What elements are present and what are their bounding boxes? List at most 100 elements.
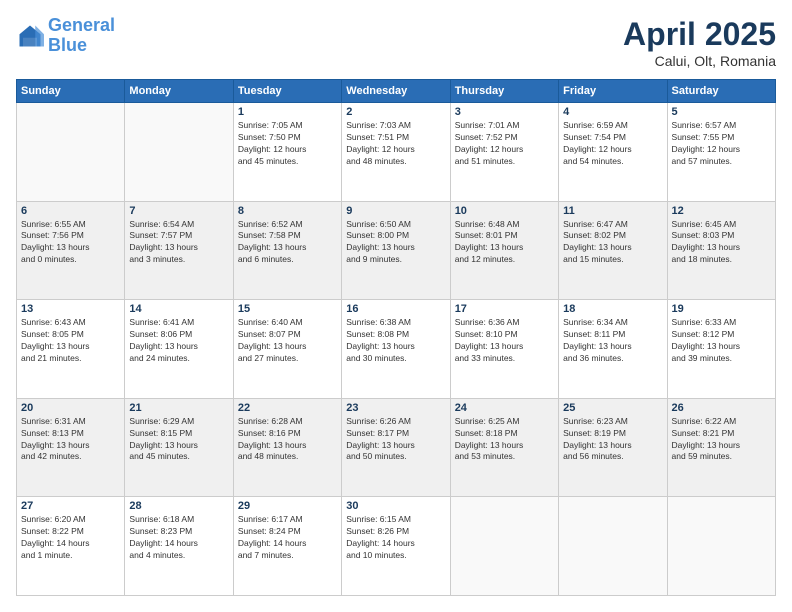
calendar-cell: 19Sunrise: 6:33 AMSunset: 8:12 PMDayligh… [667,300,775,399]
day-number: 15 [238,303,337,315]
calendar-cell: 13 Sunrise: 6:43 AMSunset: 8:05 PMDayligh… [17,300,125,399]
day-number: 29 [238,500,337,512]
calendar-cell: 6 Sunrise: 6:55 AMSunset: 7:56 PMDaylight… [17,201,125,300]
calendar-cell: 17Sunrise: 6:36 AMSunset: 8:10 PMDayligh… [450,300,558,399]
calendar-cell [667,497,775,596]
day-number: 21 [129,402,228,414]
day-number: 26 [672,402,771,414]
day-detail: Sunrise: 6:36 AMSunset: 8:10 PMDaylight:… [455,317,554,365]
logo-general: General [48,15,115,35]
calendar-cell [450,497,558,596]
calendar-cell: 2 Sunrise: 7:03 AMSunset: 7:51 PMDaylight… [342,103,450,202]
calendar-cell: 4 Sunrise: 6:59 AMSunset: 7:54 PMDaylight… [559,103,667,202]
calendar-cell: 18Sunrise: 6:34 AMSunset: 8:11 PMDayligh… [559,300,667,399]
day-detail: Sunrise: 6:17 AMSunset: 8:24 PMDaylight:… [238,514,337,562]
day-detail: Sunrise: 6:43 AMSunset: 8:05 PMDaylight:… [21,317,120,365]
day-detail: Sunrise: 6:48 AMSunset: 8:01 PMDaylight:… [455,219,554,267]
calendar-cell: 10 Sunrise: 6:48 AMSunset: 8:01 PMDayligh… [450,201,558,300]
calendar-header-saturday: Saturday [667,80,775,103]
calendar-cell: 28 Sunrise: 6:18 AMSunset: 8:23 PMDayligh… [125,497,233,596]
calendar-cell: 25Sunrise: 6:23 AMSunset: 8:19 PMDayligh… [559,398,667,497]
day-number: 16 [346,303,445,315]
calendar-header-row: SundayMondayTuesdayWednesdayThursdayFrid… [17,80,776,103]
day-detail: Sunrise: 6:25 AMSunset: 8:18 PMDaylight:… [455,416,554,464]
day-number: 1 [238,106,337,118]
calendar-cell: 24Sunrise: 6:25 AMSunset: 8:18 PMDayligh… [450,398,558,497]
logo-icon [16,22,44,50]
day-number: 14 [129,303,228,315]
calendar-table: SundayMondayTuesdayWednesdayThursdayFrid… [16,79,776,596]
calendar-cell: 16Sunrise: 6:38 AMSunset: 8:08 PMDayligh… [342,300,450,399]
header: General Blue April 2025 Calui, Olt, Roma… [16,16,776,69]
calendar-header-tuesday: Tuesday [233,80,341,103]
day-detail: Sunrise: 6:15 AMSunset: 8:26 PMDaylight:… [346,514,445,562]
day-number: 18 [563,303,662,315]
day-detail: Sunrise: 6:55 AMSunset: 7:56 PMDaylight:… [21,219,120,267]
calendar-header-wednesday: Wednesday [342,80,450,103]
logo-blue: Blue [48,35,87,55]
calendar-cell: 27 Sunrise: 6:20 AMSunset: 8:22 PMDayligh… [17,497,125,596]
calendar-header-friday: Friday [559,80,667,103]
day-detail: Sunrise: 7:03 AMSunset: 7:51 PMDaylight:… [346,120,445,168]
day-number: 5 [672,106,771,118]
logo-text: General Blue [48,16,115,56]
calendar-cell: 26 Sunrise: 6:22 AMSunset: 8:21 PMDayligh… [667,398,775,497]
day-detail: Sunrise: 6:40 AMSunset: 8:07 PMDaylight:… [238,317,337,365]
day-detail: Sunrise: 6:50 AMSunset: 8:00 PMDaylight:… [346,219,445,267]
calendar-cell: 21Sunrise: 6:29 AMSunset: 8:15 PMDayligh… [125,398,233,497]
calendar-header-thursday: Thursday [450,80,558,103]
calendar-cell: 5 Sunrise: 6:57 AMSunset: 7:55 PMDaylight… [667,103,775,202]
day-number: 28 [129,500,228,512]
day-detail: Sunrise: 6:31 AMSunset: 8:13 PMDaylight:… [21,416,120,464]
day-detail: Sunrise: 6:22 AMSunset: 8:21 PMDaylight:… [672,416,771,464]
logo: General Blue [16,16,115,56]
calendar-cell: 9 Sunrise: 6:50 AMSunset: 8:00 PMDaylight… [342,201,450,300]
calendar-cell: 11 Sunrise: 6:47 AMSunset: 8:02 PMDayligh… [559,201,667,300]
calendar-cell: 8 Sunrise: 6:52 AMSunset: 7:58 PMDaylight… [233,201,341,300]
calendar-cell: 20 Sunrise: 6:31 AMSunset: 8:13 PMDayligh… [17,398,125,497]
day-number: 9 [346,205,445,217]
calendar-week-row: 1 Sunrise: 7:05 AMSunset: 7:50 PMDaylight… [17,103,776,202]
calendar-header-sunday: Sunday [17,80,125,103]
calendar-cell: 30 Sunrise: 6:15 AMSunset: 8:26 PMDayligh… [342,497,450,596]
calendar-cell [559,497,667,596]
day-number: 10 [455,205,554,217]
calendar-cell [17,103,125,202]
calendar-week-row: 6 Sunrise: 6:55 AMSunset: 7:56 PMDaylight… [17,201,776,300]
day-number: 8 [238,205,337,217]
day-detail: Sunrise: 6:20 AMSunset: 8:22 PMDaylight:… [21,514,120,562]
day-number: 4 [563,106,662,118]
day-number: 27 [21,500,120,512]
day-number: 11 [563,205,662,217]
calendar-cell: 14Sunrise: 6:41 AMSunset: 8:06 PMDayligh… [125,300,233,399]
calendar-cell: 7Sunrise: 6:54 AMSunset: 7:57 PMDaylight… [125,201,233,300]
day-detail: Sunrise: 6:26 AMSunset: 8:17 PMDaylight:… [346,416,445,464]
day-number: 20 [21,402,120,414]
day-detail: Sunrise: 6:47 AMSunset: 8:02 PMDaylight:… [563,219,662,267]
calendar-cell: 3Sunrise: 7:01 AMSunset: 7:52 PMDaylight… [450,103,558,202]
calendar-cell: 22Sunrise: 6:28 AMSunset: 8:16 PMDayligh… [233,398,341,497]
calendar-cell: 15 Sunrise: 6:40 AMSunset: 8:07 PMDayligh… [233,300,341,399]
day-detail: Sunrise: 6:52 AMSunset: 7:58 PMDaylight:… [238,219,337,267]
calendar-week-row: 13 Sunrise: 6:43 AMSunset: 8:05 PMDayligh… [17,300,776,399]
page: General Blue April 2025 Calui, Olt, Roma… [0,0,792,612]
day-detail: Sunrise: 6:57 AMSunset: 7:55 PMDaylight:… [672,120,771,168]
day-detail: Sunrise: 7:05 AMSunset: 7:50 PMDaylight:… [238,120,337,168]
day-detail: Sunrise: 6:18 AMSunset: 8:23 PMDaylight:… [129,514,228,562]
day-detail: Sunrise: 6:23 AMSunset: 8:19 PMDaylight:… [563,416,662,464]
calendar-header-monday: Monday [125,80,233,103]
title-block: April 2025 Calui, Olt, Romania [623,16,776,69]
day-number: 6 [21,205,120,217]
day-number: 2 [346,106,445,118]
day-detail: Sunrise: 6:45 AMSunset: 8:03 PMDaylight:… [672,219,771,267]
day-detail: Sunrise: 7:01 AMSunset: 7:52 PMDaylight:… [455,120,554,168]
day-detail: Sunrise: 6:59 AMSunset: 7:54 PMDaylight:… [563,120,662,168]
day-detail: Sunrise: 6:54 AMSunset: 7:57 PMDaylight:… [129,219,228,267]
day-number: 30 [346,500,445,512]
subtitle: Calui, Olt, Romania [623,53,776,69]
calendar-week-row: 27 Sunrise: 6:20 AMSunset: 8:22 PMDayligh… [17,497,776,596]
calendar-cell: 1 Sunrise: 7:05 AMSunset: 7:50 PMDaylight… [233,103,341,202]
day-number: 13 [21,303,120,315]
calendar-cell: 23Sunrise: 6:26 AMSunset: 8:17 PMDayligh… [342,398,450,497]
day-number: 12 [672,205,771,217]
